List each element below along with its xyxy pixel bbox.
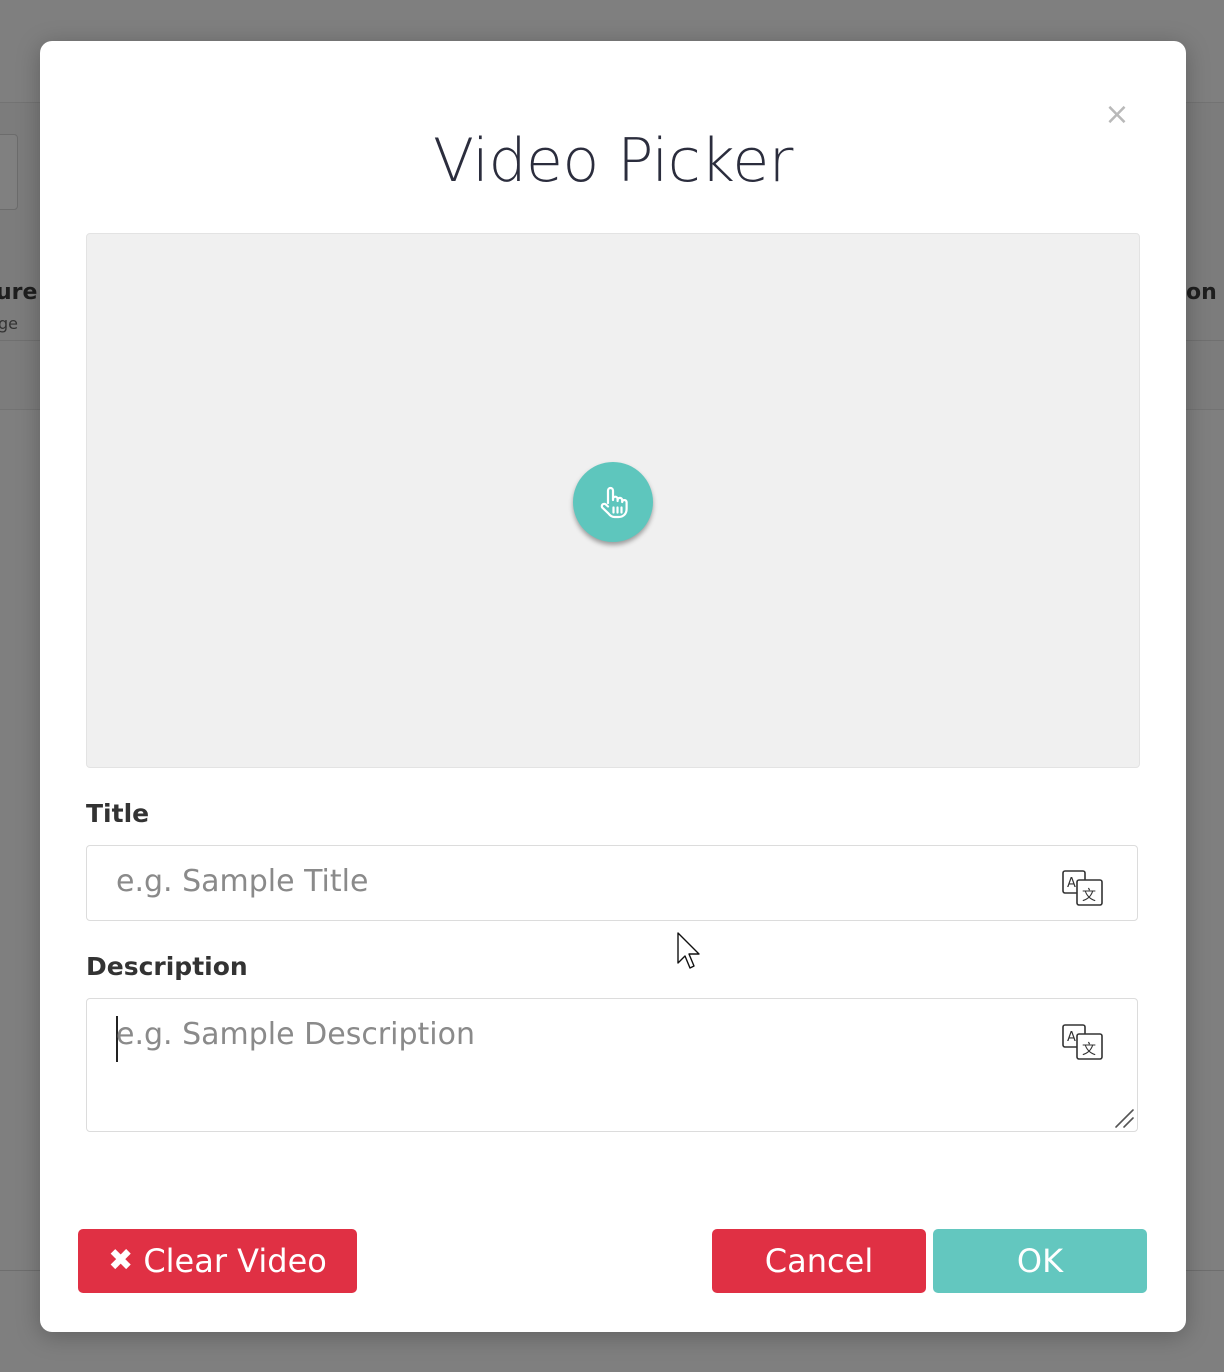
- ok-button[interactable]: OK: [933, 1229, 1147, 1293]
- svg-text:A: A: [1067, 876, 1076, 891]
- svg-text:文: 文: [1082, 1042, 1096, 1058]
- modal-title: Video Picker: [433, 126, 793, 196]
- clear-video-button[interactable]: ✖ Clear Video: [78, 1229, 357, 1293]
- background-input: [0, 134, 18, 210]
- translate-icon[interactable]: A 文: [1062, 1024, 1104, 1062]
- background-left-title: ure: [0, 280, 38, 305]
- resize-grip-icon[interactable]: [1113, 1107, 1135, 1129]
- svg-text:文: 文: [1082, 888, 1096, 904]
- description-textarea[interactable]: e.g. Sample Description A 文: [86, 998, 1138, 1132]
- description-placeholder: e.g. Sample Description: [116, 1017, 475, 1052]
- pick-video-button[interactable]: [573, 462, 653, 542]
- clear-video-label: Clear Video: [143, 1242, 327, 1280]
- title-label: Title: [86, 799, 150, 828]
- background-left-subtitle: ge: [0, 314, 18, 333]
- title-input[interactable]: e.g. Sample Title A 文: [86, 845, 1138, 921]
- description-label: Description: [86, 952, 248, 981]
- video-picker-modal: × Video Picker Title e.g. Sample Title A…: [40, 41, 1186, 1332]
- mouse-cursor-icon: [677, 932, 700, 969]
- background-right-title: on: [1186, 280, 1217, 305]
- cancel-button[interactable]: Cancel: [712, 1229, 926, 1293]
- close-icon: ✖: [108, 1243, 134, 1278]
- svg-text:A: A: [1067, 1030, 1076, 1045]
- hand-pointer-icon: [600, 486, 628, 519]
- translate-icon[interactable]: A 文: [1062, 870, 1104, 908]
- title-placeholder: e.g. Sample Title: [116, 864, 369, 899]
- video-preview-area[interactable]: [86, 233, 1140, 768]
